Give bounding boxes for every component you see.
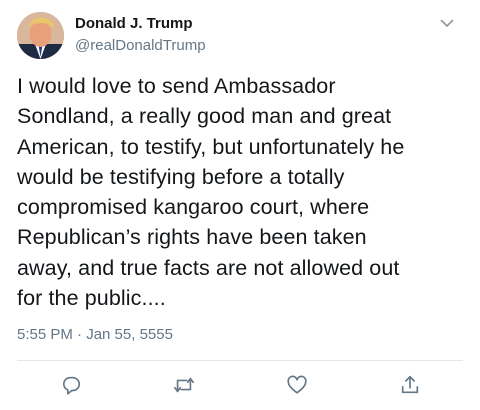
tweet-text: I would love to send Ambassador Sondland… <box>17 71 467 313</box>
author-name[interactable]: Donald J. Trump <box>75 15 193 32</box>
tweet-line: for the public.... <box>17 286 166 311</box>
profile-photo <box>17 12 64 59</box>
retweet-button[interactable] <box>170 372 198 398</box>
heart-icon <box>287 375 307 394</box>
tweet-line: Sondland, a really good man and great <box>17 104 392 129</box>
divider <box>17 360 463 361</box>
share-button[interactable] <box>396 372 424 398</box>
avatar[interactable] <box>17 12 64 59</box>
tweet-line: would be testifying before a totally <box>17 164 345 189</box>
tweet-line: American, to testify, but unfortunately … <box>17 134 405 159</box>
tweet-line: compromised kangaroo court, where <box>17 195 370 220</box>
reply-button[interactable] <box>57 372 85 398</box>
like-button[interactable] <box>283 372 311 398</box>
author-handle[interactable]: @realDonaldTrump <box>75 37 206 54</box>
tweet-line: Republican’s rights have been taken <box>17 225 367 250</box>
tweet-line: I would love to send Ambassador <box>17 74 336 98</box>
chevron-down-icon[interactable] <box>436 12 458 34</box>
reply-icon <box>62 376 81 395</box>
retweet-icon <box>174 377 194 393</box>
share-icon <box>401 375 419 394</box>
tweet-card: Donald J. Trump @realDonaldTrump I would… <box>0 0 480 410</box>
tweet-line: away, and true facts are not allowed out <box>17 255 400 280</box>
tweet-timestamp[interactable]: 5:55 PM · Jan 55, 5555 <box>17 326 173 343</box>
